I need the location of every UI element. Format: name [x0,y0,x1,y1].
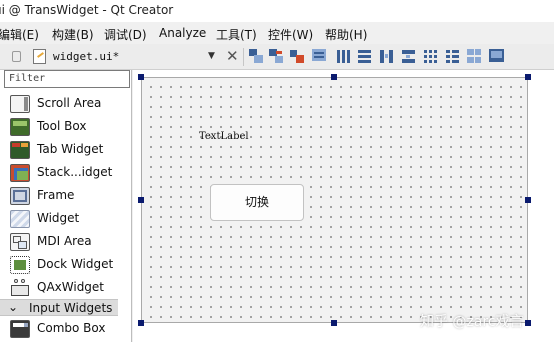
resize-handle-bottom[interactable] [331,320,337,326]
widget-item-label: Tool Box [37,119,87,133]
switch-button[interactable]: 切换 [210,184,304,221]
layout-splitter-horizontal-icon[interactable] [379,49,394,64]
stacked-widget-icon [10,164,30,182]
menu-analyze[interactable]: Analyze [159,26,206,40]
widget-item-label: Dock Widget [37,257,114,271]
widget-item-mdi-area[interactable]: MDI Area [0,230,132,253]
resize-handle-right[interactable] [525,197,531,203]
tool-box-icon [10,118,30,136]
widget-box: Filter Scroll Area Tool Box Tab Widget S… [0,70,132,342]
chevron-down-icon[interactable]: ▼ [208,51,215,61]
edit-buddies-icon[interactable] [290,49,305,64]
layout-form-icon[interactable] [445,49,460,64]
widget-item-tool-box[interactable]: Tool Box [0,115,132,138]
form-text-label[interactable]: TextLabel [199,131,249,142]
layout-vertical-icon[interactable] [357,49,372,64]
frame-icon [10,187,30,205]
menu-widgets[interactable]: 控件(W) [268,26,313,43]
widget-item-label: MDI Area [37,234,92,248]
resize-handle-bottom-right[interactable] [525,320,531,326]
widget-item-combo-box[interactable]: Combo Box [0,317,132,340]
widget-item-widget[interactable]: Widget [0,207,132,230]
widget-item-label: Combo Box [37,321,106,335]
watermark: 知乎 @zarc戏言 [420,314,524,330]
menu-edit[interactable]: 编辑(E) [0,26,39,43]
mdi-area-icon [10,233,30,251]
widget-item-tab-widget[interactable]: Tab Widget [0,138,132,161]
chevron-down-icon: ⌄ [8,300,19,314]
widget-item-frame[interactable]: Frame [0,184,132,207]
edit-widgets-icon[interactable] [249,49,264,64]
tab-widget-icon [10,141,30,159]
window-title: ui @ TransWidget - Qt Creator [0,3,174,17]
widget-item-label: Tab Widget [37,142,104,156]
designer-toolbar: widget.ui* ▼ ✕ [0,44,554,70]
menu-bar: 编辑(E) 构建(B) 调试(D) Analyze 工具(T) 控件(W) 帮助… [0,22,554,44]
edit-file-icon [33,49,46,64]
window-title-bar: ui @ TransWidget - Qt Creator [0,0,554,22]
qaxwidget-icon [10,279,30,297]
open-file-name[interactable]: widget.ui* [53,50,119,63]
filter-input[interactable]: Filter [4,70,130,88]
resize-handle-top-left[interactable] [138,74,144,80]
widget-item-qaxwidget[interactable]: QAxWidget [0,276,132,299]
layout-horizontal-icon[interactable] [336,49,351,64]
toolbar-divider [243,48,244,66]
scroll-area-icon [10,95,30,113]
close-document-icon[interactable]: ✕ [226,47,239,65]
widget-item-label: Scroll Area [37,96,102,110]
lock-icon[interactable] [12,51,21,62]
widget-item-label: Widget [37,211,80,225]
widget-item-label: Stack...idget [37,165,113,179]
widget-item-scroll-area[interactable]: Scroll Area [0,92,132,115]
combo-box-icon [10,320,30,338]
category-input-widgets[interactable]: ⌄ Input Widgets [0,299,118,316]
resize-handle-top[interactable] [331,74,337,80]
menu-debug[interactable]: 调试(D) [104,26,147,43]
widget-icon [10,210,30,228]
adjust-size-icon[interactable] [489,49,504,64]
form-widget[interactable] [141,77,528,323]
widget-item-stacked-widget[interactable]: Stack...idget [0,161,132,184]
resize-handle-bottom-left[interactable] [138,320,144,326]
resize-handle-left[interactable] [138,197,144,203]
widget-item-dock-widget[interactable]: Dock Widget [0,253,132,276]
edit-tab-order-icon[interactable] [312,49,327,64]
menu-help[interactable]: 帮助(H) [325,26,367,43]
break-layout-icon[interactable] [467,49,482,64]
category-label: Input Widgets [29,301,113,315]
layout-grid-icon[interactable] [423,49,438,64]
resize-handle-top-right[interactable] [525,74,531,80]
menu-tools[interactable]: 工具(T) [216,26,257,43]
edit-signals-slots-icon[interactable] [269,49,284,64]
widget-item-label: Frame [37,188,75,202]
widget-item-label: QAxWidget [37,280,105,294]
layout-splitter-vertical-icon[interactable] [401,49,416,64]
menu-build[interactable]: 构建(B) [52,26,94,43]
dock-widget-icon [10,256,30,274]
